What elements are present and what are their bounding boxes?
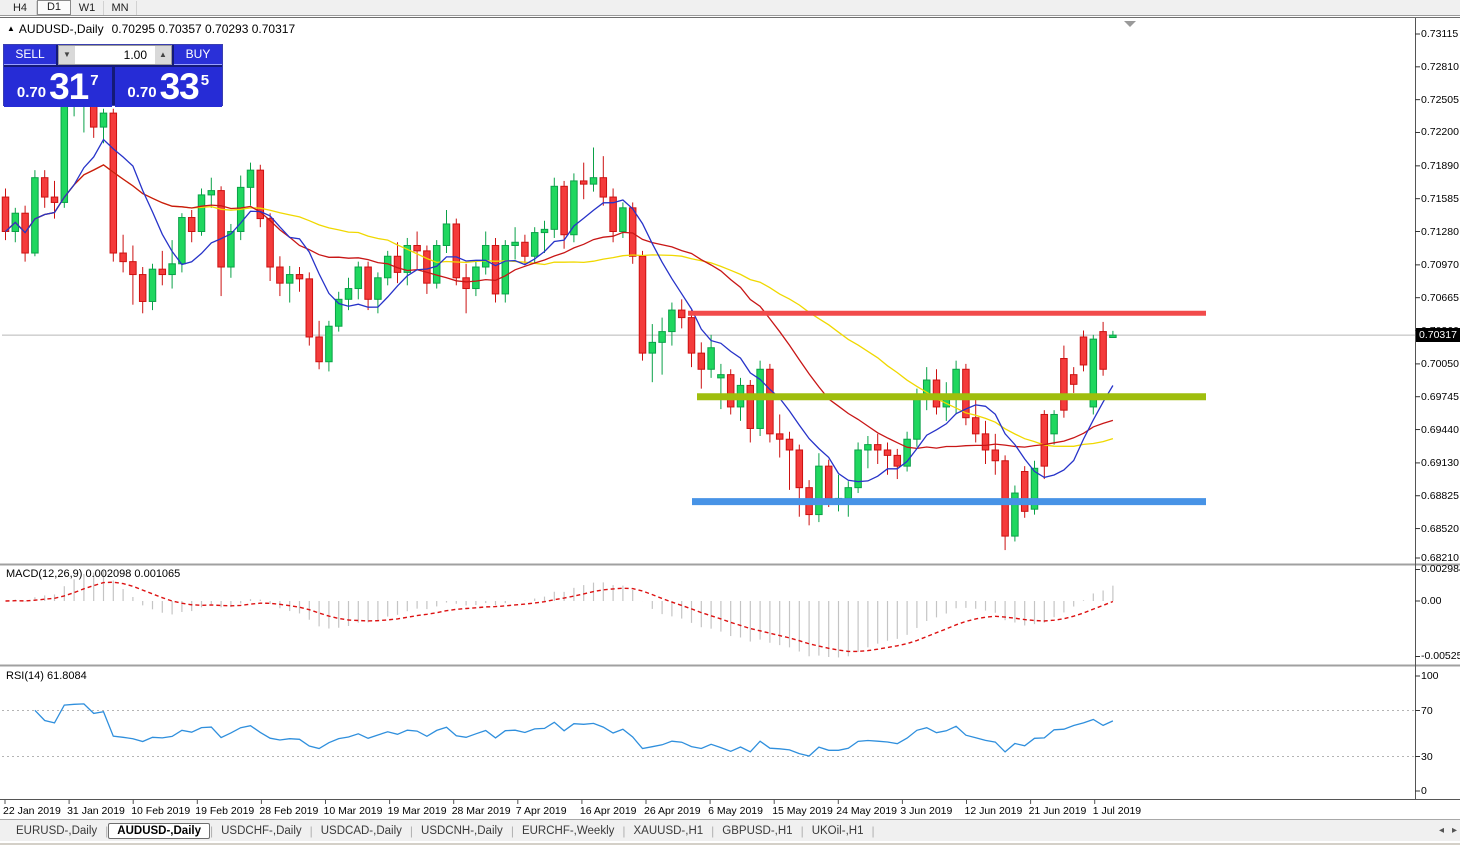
axis-tick-label: 0.00: [1421, 595, 1441, 607]
axis-tick-label: 0.68210: [1421, 552, 1459, 564]
tabs-scroll-left-icon[interactable]: ◂: [1439, 823, 1444, 839]
date-tick-label: 1 Jul 2019: [1093, 805, 1141, 817]
trade-panel-top-row: SELL ▼ ▲ BUY: [4, 45, 222, 65]
axis-tick-label: 0.70970: [1421, 259, 1459, 271]
volume-increase-icon[interactable]: ▲: [155, 46, 171, 64]
axis-tick-label: 0.73115: [1421, 28, 1458, 40]
axis-tick-label: 0.69745: [1421, 391, 1459, 403]
price-axis: 0.73115 0.72810 0.72505 0.72200 0.71890 0.715…: [1418, 18, 1460, 819]
chart-tab-xauusd-h1[interactable]: XAUUSD-,H1: [626, 823, 712, 839]
date-tick-label: 19 Feb 2019: [195, 805, 254, 817]
chart-tab-ukoil-h1[interactable]: UKOil-,H1: [804, 823, 872, 839]
date-tick-label: 6 May 2019: [708, 805, 763, 817]
date-tick-label: 15 May 2019: [772, 805, 833, 817]
date-tick-label: 10 Mar 2019: [324, 805, 383, 817]
volume-spinner: ▼ ▲: [58, 45, 172, 65]
axis-tick-label: 0: [1421, 785, 1427, 797]
axis-tick-label: 0.71280: [1421, 226, 1459, 238]
timeframe-button-h4[interactable]: H4: [4, 1, 37, 15]
timeframe-toolbar: H4D1W1MN: [0, 0, 1460, 16]
chart-shift-marker-icon: [1124, 21, 1136, 27]
date-tick-label: 28 Mar 2019: [452, 805, 511, 817]
date-axis: 22 Jan 2019 31 Jan 2019 10 Feb 2019 19 Feb …: [0, 802, 1460, 818]
trade-panel-price-row: 0.70317 0.70335: [4, 67, 222, 107]
axis-tick-label: 0.72200: [1421, 126, 1459, 138]
date-tick-label: 28 Feb 2019: [259, 805, 318, 817]
chart-ohlc-values: 0.70295 0.70357 0.70293 0.70317: [112, 22, 296, 36]
date-tick-label: 3 Jun 2019: [900, 805, 952, 817]
date-tick-label: 26 Apr 2019: [644, 805, 701, 817]
chart-title: ▲ AUDUSD-,Daily 0.70295 0.70357 0.70293 0.…: [7, 22, 295, 36]
sell-price-display[interactable]: 0.70317: [4, 67, 112, 107]
price-chart-canvas[interactable]: [0, 18, 1460, 819]
axis-tick-label: 0.70050: [1421, 358, 1459, 370]
axis-tick-label: 30: [1421, 751, 1433, 763]
buy-price-prefix: 0.70: [127, 84, 156, 101]
axis-tick-label: 0.68825: [1421, 490, 1459, 502]
collapse-arrow-icon[interactable]: ▲: [7, 24, 15, 33]
sell-price-big-digits: 31: [49, 70, 88, 104]
buy-price-big-digits: 33: [160, 70, 199, 104]
chart-symbol-label: AUDUSD-,Daily: [19, 22, 104, 36]
buy-price-pip-digit: 5: [201, 72, 209, 89]
axis-tick-label: 0.69440: [1421, 424, 1459, 436]
timeframe-button-w1[interactable]: W1: [71, 1, 104, 15]
sell-price-prefix: 0.70: [17, 84, 46, 101]
buy-button[interactable]: BUY: [174, 45, 222, 65]
one-click-trading-panel: SELL ▼ ▲ BUY 0.70317 0.70335: [3, 44, 223, 106]
tabs-scroll-right-icon[interactable]: ▸: [1452, 823, 1457, 839]
axis-tick-label: 0.71585: [1421, 193, 1459, 205]
timeframe-button-mn[interactable]: MN: [104, 1, 137, 15]
axis-tick-label: 0.002984: [1421, 563, 1460, 575]
chart-tab-eurusd-daily[interactable]: EURUSD-,Daily: [8, 823, 105, 839]
chart-tab-usdchf-daily[interactable]: USDCHF-,Daily: [213, 823, 310, 839]
date-tick-label: 16 Apr 2019: [580, 805, 637, 817]
volume-decrease-icon[interactable]: ▼: [59, 46, 75, 64]
trading-terminal: H4D1W1MN ▲ AUDUSD-,Daily 0.70295 0.70357 0…: [0, 0, 1460, 845]
chart-tab-gbpusd-h1[interactable]: GBPUSD-,H1: [714, 823, 800, 839]
chart-tab-usdcnh-daily[interactable]: USDCNH-,Daily: [413, 823, 511, 839]
axis-tick-label: 0.70665: [1421, 292, 1459, 304]
axis-tick-label: 0.72505: [1421, 94, 1459, 106]
date-tick-label: 22 Jan 2019: [3, 805, 61, 817]
date-tick-label: 31 Jan 2019: [67, 805, 125, 817]
axis-tick-label: 100: [1421, 670, 1439, 682]
chart-tabs: EURUSD-,Daily|AUDUSD-,Daily|USDCHF-,Dail…: [8, 820, 875, 842]
chart-window: ▲ AUDUSD-,Daily 0.70295 0.70357 0.70293 0.…: [0, 17, 1460, 818]
chart-tab-usdcad-daily[interactable]: USDCAD-,Daily: [313, 823, 410, 839]
axis-tick-label: 0.69130: [1421, 457, 1459, 469]
axis-tick-label: 0.72810: [1421, 61, 1459, 73]
macd-indicator-label: MACD(12,26,9) 0.002098 0.001065: [6, 568, 180, 580]
date-tick-label: 12 Jun 2019: [965, 805, 1023, 817]
tab-scroll-controls: ◂ ▸: [1439, 823, 1457, 839]
axis-tick-label: 70: [1421, 705, 1433, 717]
buy-price-display[interactable]: 0.70335: [115, 67, 223, 107]
timeframe-button-d1[interactable]: D1: [37, 0, 71, 15]
date-tick-label: 7 Apr 2019: [516, 805, 567, 817]
date-tick-label: 19 Mar 2019: [388, 805, 447, 817]
sell-price-pip-digit: 7: [90, 72, 98, 89]
sell-button[interactable]: SELL: [4, 45, 56, 65]
chart-tab-bar: EURUSD-,Daily|AUDUSD-,Daily|USDCHF-,Dail…: [0, 819, 1460, 841]
tab-separator: |: [871, 824, 874, 838]
rsi-indicator-label: RSI(14) 61.8084: [6, 670, 87, 682]
chart-tab-audusd-daily[interactable]: AUDUSD-,Daily: [108, 823, 210, 839]
axis-tick-label: -0.005256: [1421, 650, 1460, 662]
axis-tick-label: 0.68520: [1421, 523, 1459, 535]
date-tick-label: 21 Jun 2019: [1029, 805, 1087, 817]
current-price-box: 0.70317: [1416, 328, 1460, 342]
date-tick-label: 24 May 2019: [836, 805, 897, 817]
volume-input[interactable]: [75, 46, 155, 64]
date-tick-label: 10 Feb 2019: [131, 805, 190, 817]
axis-tick-label: 0.71890: [1421, 160, 1459, 172]
chart-tab-eurchf-weekly[interactable]: EURCHF-,Weekly: [514, 823, 622, 839]
